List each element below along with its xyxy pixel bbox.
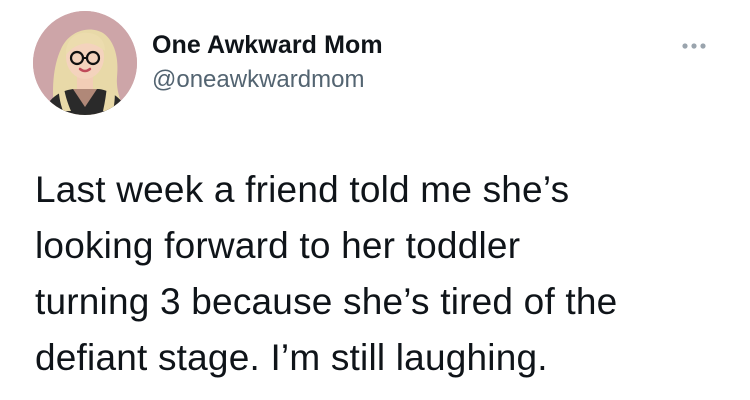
tweet-card: One Awkward Mom @oneawkwardmom Last week…	[0, 0, 750, 400]
tweet-text-line: looking forward to her toddler	[35, 225, 521, 266]
tweet-text-line: defiant stage. I’m still laughing.	[35, 337, 548, 378]
author-handle[interactable]: @oneawkwardmom	[152, 65, 364, 95]
more-options-button[interactable]	[678, 36, 714, 56]
author-avatar[interactable]	[33, 11, 137, 115]
tweet-text: Last week a friend told me she’s looking…	[35, 162, 725, 386]
cartoon-woman-avatar-icon	[33, 11, 137, 115]
ellipsis-icon	[682, 43, 706, 49]
tweet-text-line: turning 3 because she’s tired of the	[35, 281, 618, 322]
author-display-name[interactable]: One Awkward Mom	[152, 30, 383, 60]
tweet-text-line: Last week a friend told me she’s	[35, 169, 570, 210]
